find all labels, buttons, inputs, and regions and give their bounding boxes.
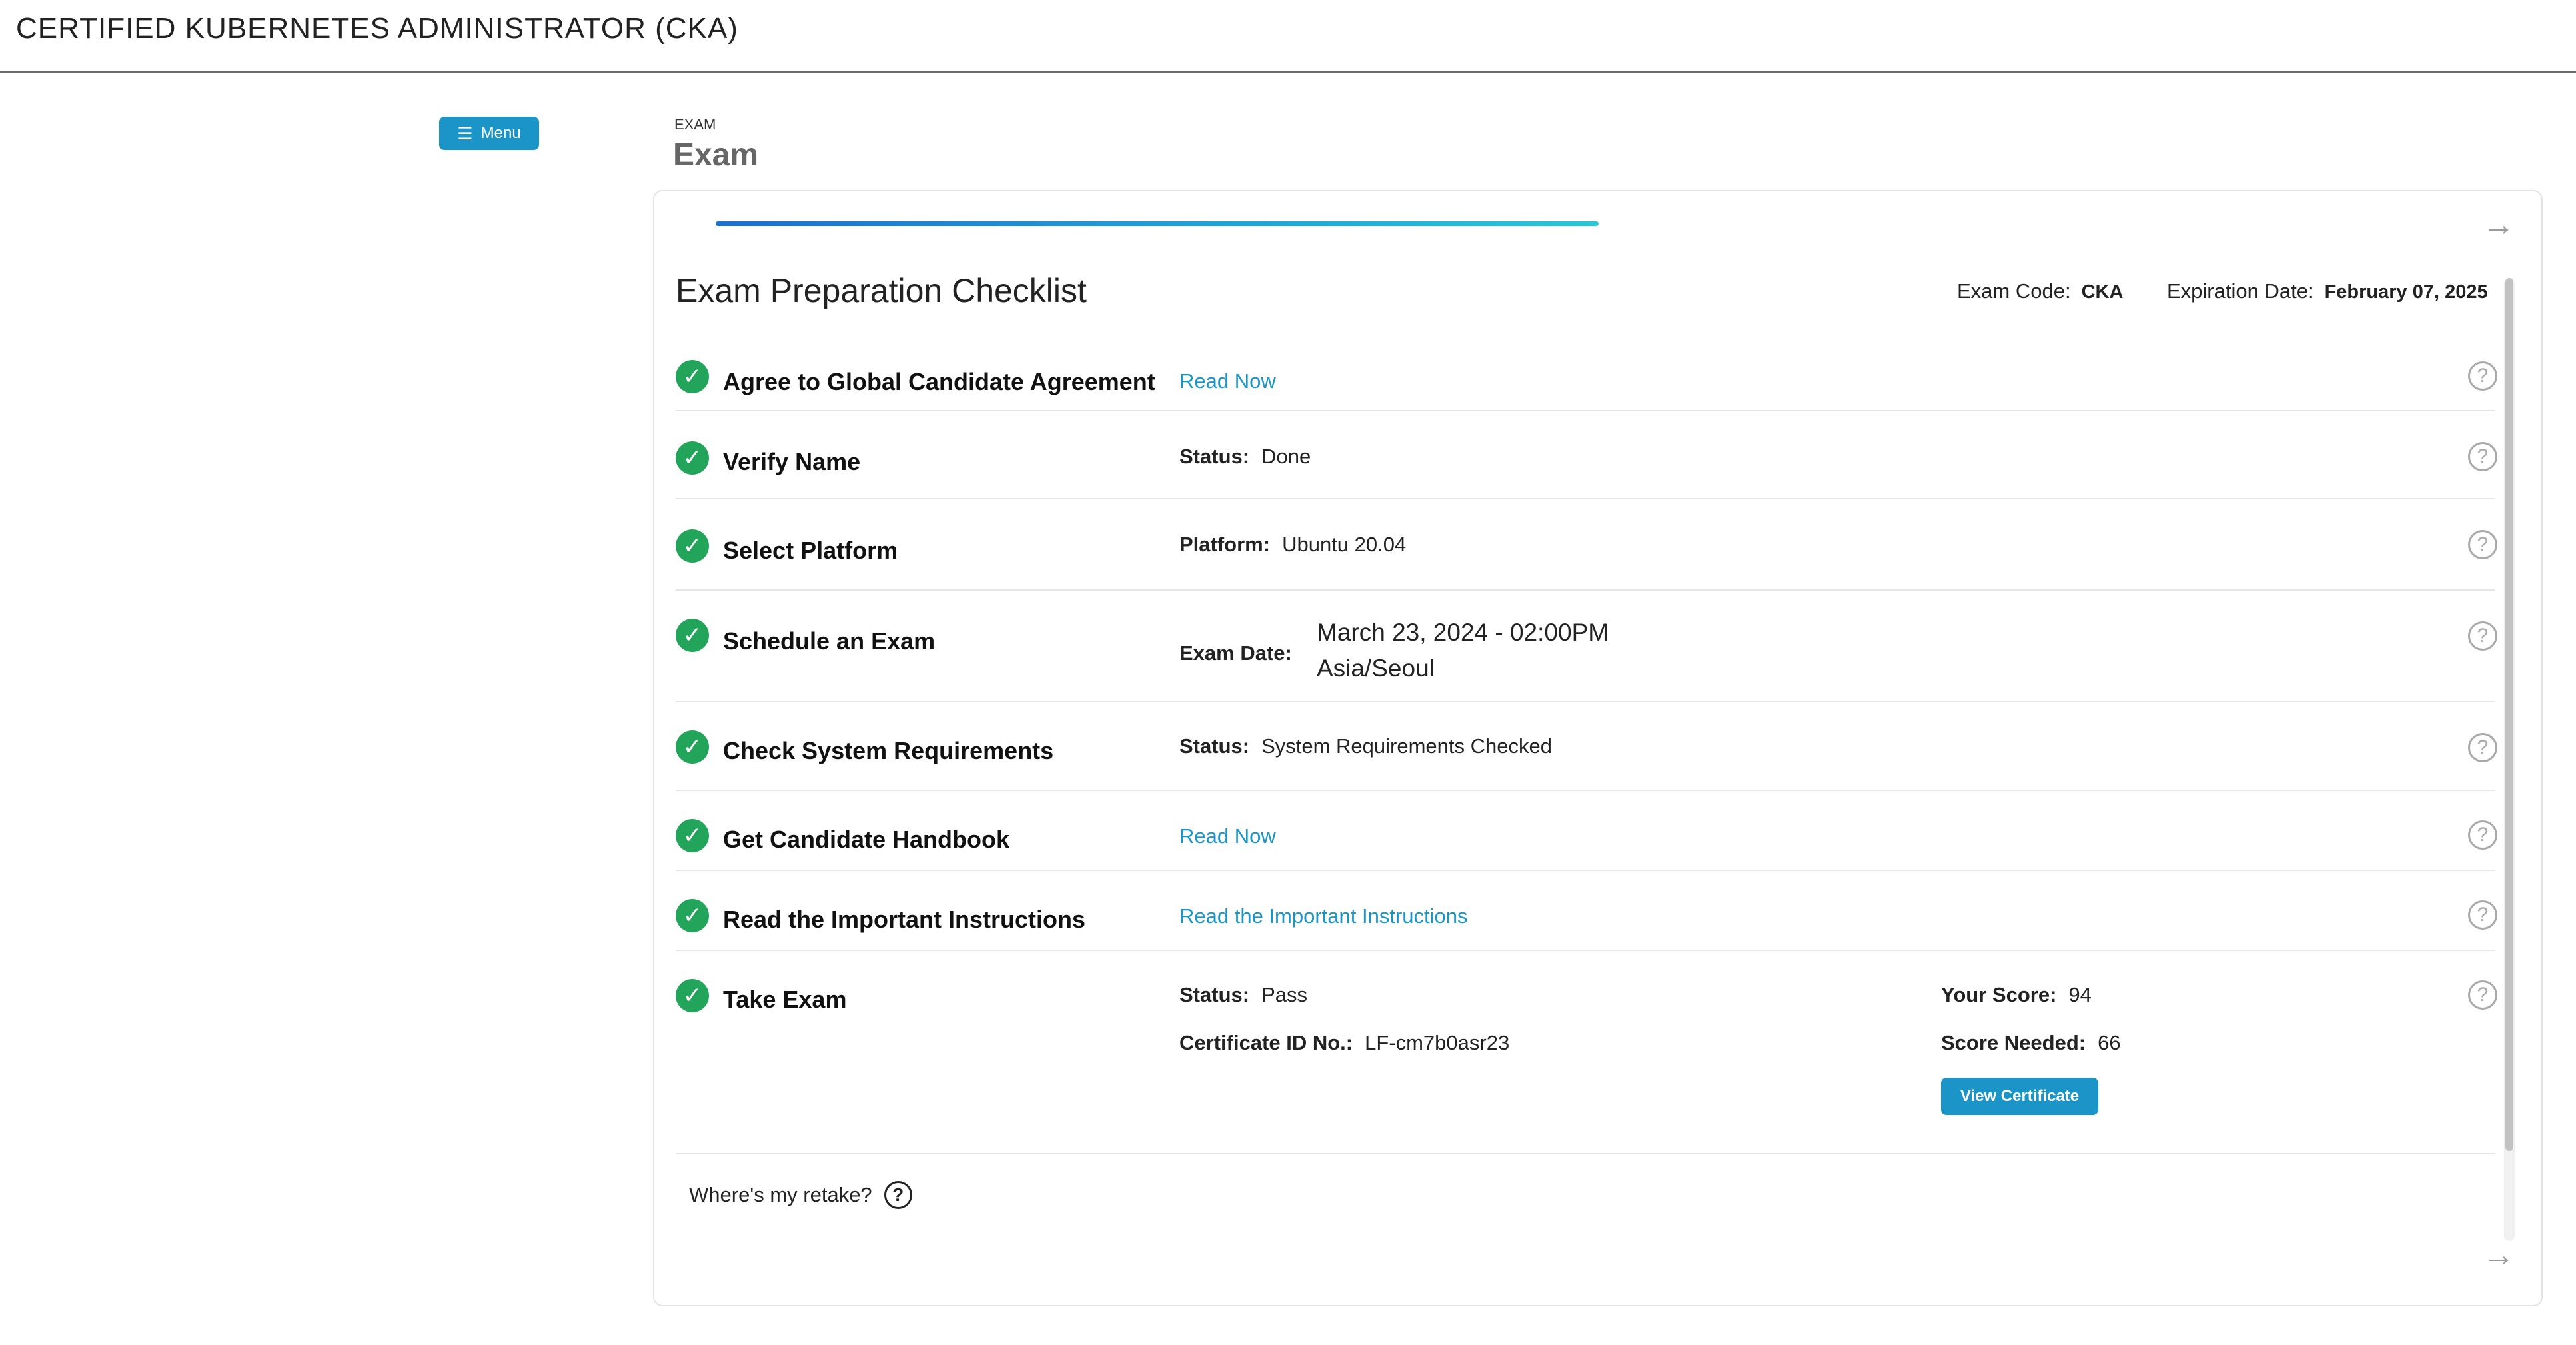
status-label: Status: xyxy=(1179,983,1250,1006)
help-circle-icon[interactable]: ? xyxy=(884,1181,912,1209)
checklist-item-title: Schedule an Exam xyxy=(723,627,936,655)
checklist-item-title: Verify Name xyxy=(723,448,861,475)
top-bar: CERTIFIED KUBERNETES ADMINISTRATOR (CKA) xyxy=(0,0,2576,73)
progress-bar xyxy=(716,221,1599,226)
help-circle-icon[interactable]: ? xyxy=(2468,900,2497,930)
exam-date-label-text: Exam Date: xyxy=(1179,641,1292,665)
check-circle-icon: ✓ xyxy=(676,441,709,475)
exam-card: → Exam Preparation Checklist Exam Code: C… xyxy=(653,190,2543,1306)
help-circle-icon[interactable]: ? xyxy=(2468,361,2497,391)
status-label: Status: xyxy=(1179,445,1250,468)
check-circle-icon: ✓ xyxy=(676,529,709,563)
read-now-link[interactable]: Read Now xyxy=(1179,824,1276,848)
hamburger-icon: ☰ xyxy=(457,123,473,143)
app-title: CERTIFIED KUBERNETES ADMINISTRATOR (CKA) xyxy=(16,12,738,45)
retake-link[interactable]: Where's my retake? ? xyxy=(689,1181,912,1209)
check-circle-icon: ✓ xyxy=(676,979,709,1012)
score-needed-field: Score Needed: 66 xyxy=(1941,1031,2121,1055)
platform-label: Platform: xyxy=(1179,533,1271,556)
menu-button[interactable]: ☰ Menu xyxy=(439,117,539,150)
exam-date-label: Exam Date: xyxy=(1179,641,1304,665)
certificate-id-label: Certificate ID No.: xyxy=(1179,1031,1353,1054)
platform-value: Ubuntu 20.04 xyxy=(1282,533,1407,556)
check-circle-icon: ✓ xyxy=(676,730,709,764)
important-instructions-link[interactable]: Read the Important Instructions xyxy=(1179,904,1468,928)
checklist-item-title: Check System Requirements xyxy=(723,737,1054,764)
expiration-date-value: February 07, 2025 xyxy=(2324,281,2488,303)
status-value: System Requirements Checked xyxy=(1261,734,1552,758)
help-circle-icon[interactable]: ? xyxy=(2468,980,2497,1010)
exam-code: Exam Code: CKA xyxy=(1957,279,2123,303)
help-circle-icon[interactable]: ? xyxy=(2468,621,2497,651)
checklist-title: Exam Preparation Checklist xyxy=(676,272,1087,309)
menu-button-label: Menu xyxy=(480,124,521,142)
exam-date-timezone: Asia/Seoul xyxy=(1317,655,1435,682)
checklist-item-candidate-handbook: ✓ Get Candidate Handbook Read Now ? xyxy=(676,791,2497,871)
certificate-id-field: Certificate ID No.: LF-cm7b0asr23 xyxy=(1179,1031,1509,1055)
checklist-item-title: Get Candidate Handbook xyxy=(723,826,1010,853)
scrollbar[interactable] xyxy=(2504,278,2515,1241)
checklist-item-title: Take Exam xyxy=(723,986,847,1013)
check-circle-icon: ✓ xyxy=(676,360,709,393)
checklist-item-verify-name: ✓ Verify Name Status: Done ? xyxy=(676,411,2497,499)
help-circle-icon[interactable]: ? xyxy=(2468,820,2497,850)
checklist-item-select-platform: ✓ Select Platform Platform: Ubuntu 20.04 … xyxy=(676,499,2497,591)
status-label: Status: xyxy=(1179,734,1250,758)
platform-field: Platform: Ubuntu 20.04 xyxy=(1179,533,1406,557)
checklist-item-title: Select Platform xyxy=(723,537,898,564)
score-label: Your Score: xyxy=(1941,983,2057,1006)
exam-date-value: March 23, 2024 - 02:00PM Asia/Seoul xyxy=(1317,615,1609,686)
checklist-item-agreement: ✓ Agree to Global Candidate Agreement Re… xyxy=(676,355,2497,411)
help-circle-icon[interactable]: ? xyxy=(2468,733,2497,762)
help-circle-icon[interactable]: ? xyxy=(2468,442,2497,471)
scrollbar-thumb[interactable] xyxy=(2505,278,2513,1151)
arrow-right-icon[interactable]: → xyxy=(2483,1240,2515,1272)
certificate-id-value: LF-cm7b0asr23 xyxy=(1365,1031,1510,1054)
help-circle-icon[interactable]: ? xyxy=(2468,530,2497,559)
score-value: 94 xyxy=(2068,983,2092,1006)
score-needed-value: 66 xyxy=(2098,1031,2121,1054)
check-circle-icon: ✓ xyxy=(676,899,709,932)
exam-code-label: Exam Code: xyxy=(1957,279,2071,303)
checklist-item-take-exam: ✓ Take Exam Status: Pass Certificate ID N… xyxy=(676,951,2497,1154)
view-certificate-button[interactable]: View Certificate xyxy=(1941,1078,2098,1115)
exam-code-value: CKA xyxy=(2081,281,2124,303)
score-needed-label: Score Needed: xyxy=(1941,1031,2086,1054)
expiration-date: Expiration Date: February 07, 2025 xyxy=(2167,279,2488,303)
status-field: Status: System Requirements Checked xyxy=(1179,734,1552,758)
page-title: Exam xyxy=(673,137,759,173)
status-field: Status: Done xyxy=(1179,445,1311,469)
score-field: Your Score: 94 xyxy=(1941,983,2092,1007)
checklist-item-important-instructions: ✓ Read the Important Instructions Read t… xyxy=(676,871,2497,951)
status-value: Pass xyxy=(1261,983,1307,1006)
checklist-item-schedule-exam: ✓ Schedule an Exam Exam Date: March 23, … xyxy=(676,591,2497,702)
checklist-item-system-requirements: ✓ Check System Requirements Status: Syste… xyxy=(676,702,2497,791)
checklist-item-title: Agree to Global Candidate Agreement xyxy=(723,368,1155,395)
checklist-item-title: Read the Important Instructions xyxy=(723,906,1086,933)
check-circle-icon: ✓ xyxy=(676,819,709,852)
exam-status-field: Status: Pass xyxy=(1179,983,1307,1007)
exam-date-time: March 23, 2024 - 02:00PM xyxy=(1317,619,1609,646)
read-now-link[interactable]: Read Now xyxy=(1179,369,1276,393)
breadcrumb: EXAM xyxy=(674,116,716,133)
retake-label: Where's my retake? xyxy=(689,1183,872,1206)
arrow-right-icon[interactable]: → xyxy=(2483,209,2515,241)
check-circle-icon: ✓ xyxy=(676,619,709,652)
status-value: Done xyxy=(1261,445,1311,468)
expiration-date-label: Expiration Date: xyxy=(2167,279,2314,303)
